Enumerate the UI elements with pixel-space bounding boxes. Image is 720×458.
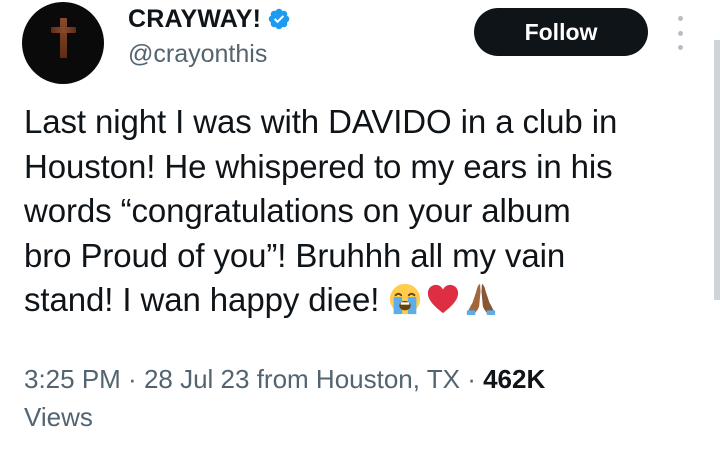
scrollbar[interactable] [714, 40, 720, 300]
views-label: Views [24, 402, 93, 432]
tweet-meta: 3:25 PM · 28 Jul 23 from Houston, TX · 4… [24, 360, 704, 436]
red-heart-icon [428, 284, 459, 314]
tweet-card: CRAYWAY! @crayonthis Follow Last night I… [0, 0, 720, 458]
loudly-crying-face-icon [390, 283, 421, 315]
tweet-location: from Houston, TX [256, 364, 460, 394]
dot [677, 16, 683, 21]
meta-separator: · [459, 364, 484, 394]
tweet-text-line: words “congratulations on your album [24, 192, 571, 229]
views-count: 462K [483, 364, 546, 394]
tweet-text: Last night I was with DAVIDO in a club i… [24, 100, 704, 323]
tweet-text-line: Last night I was with DAVIDO in a club i… [24, 103, 618, 140]
meta-separator: · [120, 364, 144, 394]
author-name-row: CRAYWAY! [128, 4, 291, 34]
cross-icon-bar [51, 27, 76, 33]
tweet-text-line: bro Proud of you”! Bruhhh all my vain [24, 236, 566, 274]
dot [677, 30, 683, 36]
tweet-text-line: Houston! He whispered to my ears in his [24, 147, 613, 185]
tweet-time[interactable]: 3:25 PM [24, 364, 121, 394]
tweet-text-line-last: stand! I wan happy diee! [24, 278, 704, 323]
author-avatar[interactable] [22, 2, 104, 84]
cross-icon [60, 18, 67, 58]
author-handle[interactable]: @crayonthis [128, 40, 267, 69]
dot [677, 45, 683, 50]
tweet-date[interactable]: 28 Jul 23 [144, 364, 250, 394]
tweet-text-line: stand! I wan happy diee! [24, 281, 380, 318]
verified-badge-icon [268, 8, 290, 30]
author-display-name[interactable]: CRAYWAY! [128, 5, 261, 34]
folded-hands-icon [467, 283, 496, 316]
follow-button[interactable]: Follow [474, 8, 648, 56]
vertical-ellipsis-icon[interactable] [672, 16, 688, 50]
